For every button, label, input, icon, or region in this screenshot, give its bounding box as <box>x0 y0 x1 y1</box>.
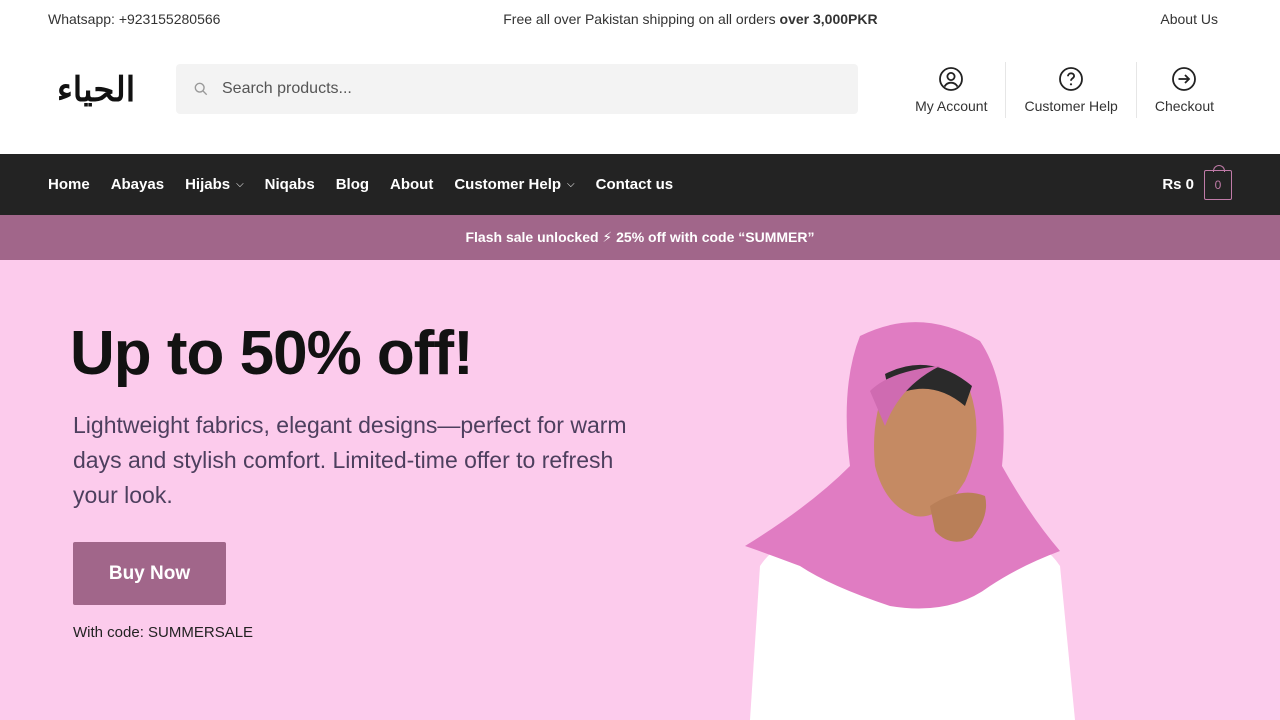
my-account-label: My Account <box>915 98 988 114</box>
site-logo[interactable]: الحياء <box>56 65 136 115</box>
header-links: My Account Customer Help Checkout <box>897 62 1232 118</box>
about-us-link[interactable]: About Us <box>1160 11 1218 27</box>
cart-button[interactable]: Rs 0 0 <box>1162 164 1232 200</box>
question-icon <box>1059 67 1084 91</box>
cart-count: 0 <box>1214 177 1222 192</box>
hero-description: Lightweight fabrics, elegant designs—per… <box>73 412 627 508</box>
hero-banner: Up to 50% off! Lightweight fabrics, eleg… <box>0 260 1280 720</box>
shipping-promo: Free all over Pakistan shipping on all o… <box>503 11 877 27</box>
arrow-right-circle-icon <box>1172 67 1197 91</box>
chevron-down-icon: ⌵ <box>236 179 244 190</box>
search-input[interactable] <box>222 80 822 98</box>
customer-help-label: Customer Help <box>1024 98 1118 114</box>
nav-item-home[interactable]: Home <box>48 176 90 193</box>
cart-bag-icon: 0 <box>1204 164 1232 200</box>
nav-item-hijabs-label: Hijabs <box>185 176 231 193</box>
nav-item-abayas[interactable]: Abayas <box>111 176 164 193</box>
checkout-label: Checkout <box>1154 98 1214 114</box>
nav-item-customer-help-label: Customer Help <box>454 176 562 193</box>
search-icon <box>194 82 208 96</box>
flash-sale-banner: Flash sale unlocked ⚡ 25% off with code … <box>0 215 1280 260</box>
customer-help-link[interactable]: Customer Help <box>1005 62 1135 118</box>
hero-model-image <box>745 322 1075 720</box>
my-account-link[interactable]: My Account <box>897 62 1005 118</box>
nav-item-contact-us[interactable]: Contact us <box>596 176 674 193</box>
cart-total: Rs 0 <box>1162 176 1194 193</box>
whatsapp-contact[interactable]: Whatsapp: +923155280566 <box>48 11 220 27</box>
search-bar[interactable] <box>176 64 858 114</box>
chevron-down-icon: ⌵ <box>567 179 575 190</box>
shipping-promo-threshold: over 3,000PKR <box>779 11 878 27</box>
main-navigation: Home Abayas Hijabs ⌵ Niqabs Blog About Cu… <box>0 154 1280 215</box>
nav-item-niqabs[interactable]: Niqabs <box>265 176 315 193</box>
site-header: الحياء My Account Customer Help Checkout <box>0 38 1280 154</box>
checkout-link[interactable]: Checkout <box>1135 62 1232 118</box>
user-icon <box>939 67 964 91</box>
nav-item-blog[interactable]: Blog <box>336 176 369 193</box>
nav-item-hijabs[interactable]: Hijabs ⌵ <box>185 176 244 193</box>
nav-item-about[interactable]: About <box>390 176 433 193</box>
nav-item-customer-help[interactable]: Customer Help ⌵ <box>454 176 574 193</box>
promo-code-text: With code: SUMMERSALE <box>73 624 254 641</box>
hero-title: Up to 50% off! <box>70 319 474 388</box>
shipping-promo-text: Free all over Pakistan shipping on all o… <box>503 11 780 27</box>
buy-now-button[interactable]: Buy Now <box>73 542 226 605</box>
top-bar: Whatsapp: +923155280566 Free all over Pa… <box>0 0 1280 38</box>
